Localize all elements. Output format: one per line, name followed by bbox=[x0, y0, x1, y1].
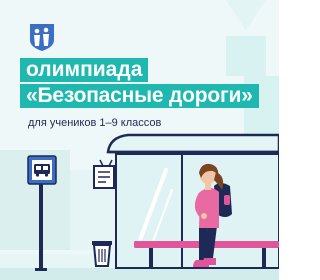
bg-triangle-top bbox=[226, 0, 266, 30]
subtitle: для учеников 1–9 классов bbox=[28, 117, 162, 129]
bus-stop-illustration bbox=[0, 0, 279, 280]
bus-sign-pole bbox=[39, 182, 43, 270]
girl-shoe bbox=[202, 258, 216, 265]
school-logo-icon bbox=[30, 24, 54, 51]
bus-sign-base bbox=[35, 268, 47, 271]
title-line-2: «Безопасные дороги» bbox=[20, 84, 259, 108]
backpack-pocket bbox=[224, 195, 230, 205]
bg-square-top-right bbox=[226, 36, 266, 76]
title-line-1: олимпиада bbox=[20, 58, 149, 82]
olympiad-banner: олимпиада «Безопасные дороги» для ученик… bbox=[0, 0, 279, 280]
bench-leg bbox=[262, 248, 266, 268]
girl-hand bbox=[201, 213, 207, 219]
shelter-roof bbox=[106, 133, 279, 154]
bench-leg bbox=[149, 248, 153, 268]
